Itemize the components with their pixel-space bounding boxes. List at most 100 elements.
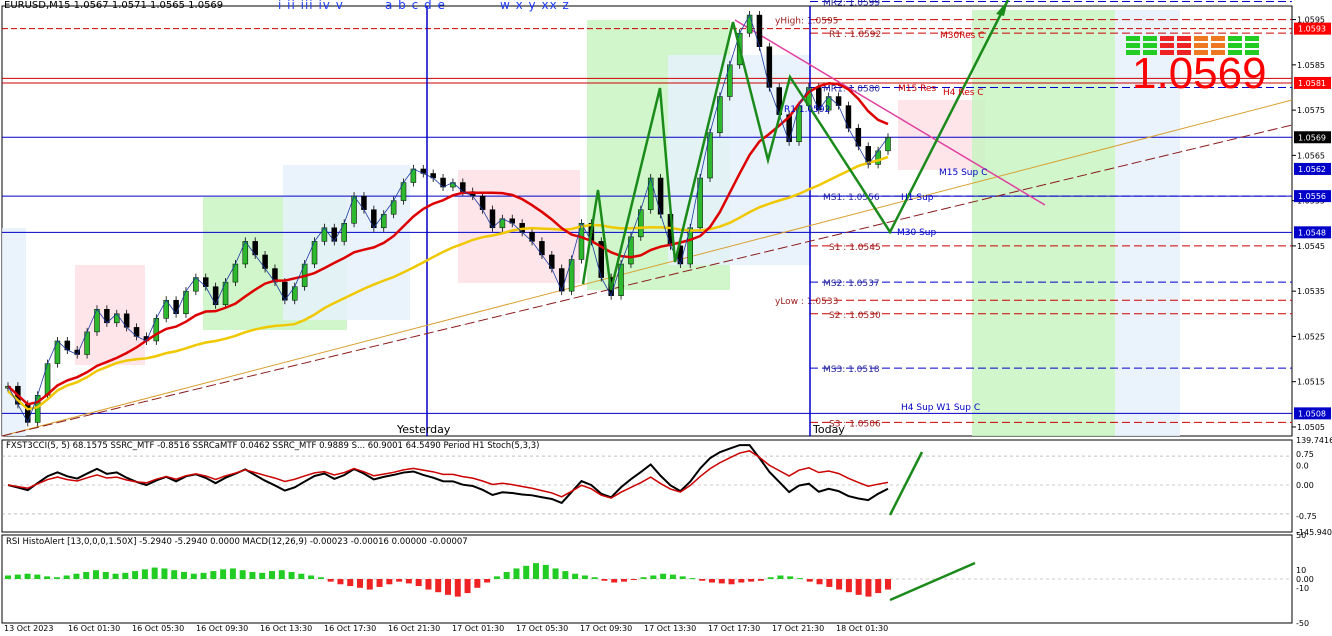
macd-bar-29 bbox=[288, 571, 295, 579]
macd-bar-57 bbox=[562, 571, 569, 579]
macd-bar-24 bbox=[239, 570, 246, 579]
macd-bar-19 bbox=[190, 573, 197, 579]
macd-bar-84 bbox=[826, 579, 833, 587]
macd-bar-85 bbox=[836, 579, 843, 590]
macd-tick-1: 10 bbox=[1296, 566, 1306, 575]
macd-bar-70 bbox=[689, 578, 696, 580]
macd-bar-67 bbox=[660, 573, 667, 579]
macd-bar-43 bbox=[425, 579, 432, 590]
macd-bar-58 bbox=[572, 573, 579, 579]
macd-bar-65 bbox=[640, 577, 647, 579]
pivot-label-6: MS2: 1.0537 bbox=[823, 279, 880, 289]
macd-bar-62 bbox=[611, 579, 618, 583]
macd-bar-15 bbox=[151, 567, 158, 579]
osc-tick-1: 0.75 bbox=[1296, 450, 1314, 459]
osc-tick-0: 139.7416 bbox=[1296, 436, 1332, 445]
macd-bar-13 bbox=[132, 571, 139, 579]
zone-label-2: M30Res C bbox=[940, 31, 984, 41]
macd-bar-5 bbox=[53, 577, 60, 579]
macd-bar-90 bbox=[885, 579, 891, 590]
period-label-0: Yesterday bbox=[396, 423, 451, 436]
signal-cell-0-0 bbox=[1126, 36, 1140, 41]
y-tick-label-8: 1.0515 bbox=[1297, 378, 1325, 387]
x-tick-label-6: 16 Oct 21:30 bbox=[388, 624, 440, 632]
x-tick-label-8: 17 Oct 05:30 bbox=[516, 624, 568, 632]
macd-bar-79 bbox=[777, 575, 784, 579]
macd-bar-4 bbox=[44, 576, 51, 579]
macd-bar-35 bbox=[347, 579, 354, 587]
macd-bar-48 bbox=[474, 579, 481, 588]
macd-bar-87 bbox=[855, 579, 862, 595]
pivot-label-1: yHigh: 1.0595 bbox=[775, 17, 838, 27]
macd-bar-72 bbox=[709, 579, 715, 583]
macd-bar-17 bbox=[171, 570, 178, 579]
macd-bar-86 bbox=[845, 579, 852, 593]
x-tick-label-5: 16 Oct 17:30 bbox=[324, 624, 376, 632]
macd-bar-55 bbox=[542, 564, 549, 579]
signal-cell-1-4 bbox=[1194, 43, 1208, 48]
price-box-label-5: 1.0548 bbox=[1298, 228, 1326, 237]
macd-bar-6 bbox=[63, 575, 70, 579]
macd-bar-46 bbox=[454, 579, 461, 597]
macd-bar-25 bbox=[249, 571, 256, 579]
period-label-1: Today bbox=[812, 423, 845, 436]
macd-bar-64 bbox=[630, 579, 637, 580]
price-box-label-0: 1.0593 bbox=[1298, 25, 1326, 34]
macd-bar-21 bbox=[210, 571, 217, 579]
macd-bar-50 bbox=[493, 576, 500, 579]
macd-bar-69 bbox=[679, 576, 686, 579]
macd-bar-32 bbox=[317, 577, 324, 579]
zone-label-3: M15 Sup C bbox=[939, 168, 987, 178]
y-tick-label-3: 1.0565 bbox=[1297, 151, 1325, 160]
macd-bar-9 bbox=[93, 570, 99, 579]
macd-bar-68 bbox=[669, 574, 676, 579]
session-box-8 bbox=[898, 100, 985, 170]
macd-bar-51 bbox=[503, 571, 510, 579]
macd-bar-1 bbox=[14, 574, 21, 579]
macd-bar-88 bbox=[865, 579, 872, 597]
price-box-label-3: 1.0562 bbox=[1298, 165, 1326, 174]
macd-bar-53 bbox=[523, 565, 530, 579]
macd-bar-52 bbox=[513, 568, 520, 579]
macd-bar-82 bbox=[806, 579, 813, 582]
macd-bar-56 bbox=[552, 568, 559, 579]
macd-bar-0 bbox=[5, 575, 11, 579]
macd-bar-3 bbox=[34, 574, 41, 579]
macd-bar-78 bbox=[767, 577, 774, 579]
pivot-label-7: yLow : 1.0533 bbox=[775, 297, 838, 307]
macd-bar-81 bbox=[797, 578, 803, 580]
pivot-label-9: MS3: 1.0518 bbox=[823, 365, 880, 375]
y-tick-label-2: 1.0575 bbox=[1297, 106, 1325, 115]
macd-bar-71 bbox=[699, 579, 706, 581]
macd-bar-37 bbox=[366, 579, 373, 590]
x-tick-label-1: 16 Oct 01:30 bbox=[68, 624, 120, 632]
zone-label-6: H4 Sup W1 Sup C bbox=[901, 403, 980, 413]
x-tick-label-13: 18 Oct 01:30 bbox=[836, 624, 888, 632]
y-tick-label-7: 1.0525 bbox=[1297, 332, 1325, 341]
signal-cell-1-5 bbox=[1211, 43, 1225, 48]
macd-bar-75 bbox=[738, 579, 745, 583]
macd-bar-28 bbox=[278, 570, 285, 579]
macd-bar-16 bbox=[161, 568, 168, 579]
pivot-label-5: S1 : 1.0545 bbox=[829, 243, 881, 253]
macd-tick-0: 50 bbox=[1296, 531, 1306, 540]
macd-bar-12 bbox=[122, 572, 129, 579]
symbol-header: EURUSD,M15 1.0567 1.0571 1.0565 1.0569 bbox=[4, 0, 224, 11]
macd-bar-61 bbox=[601, 579, 608, 581]
macd-bar-20 bbox=[200, 572, 207, 579]
macd-bar-60 bbox=[591, 577, 598, 579]
macd-bar-59 bbox=[581, 575, 588, 579]
oscillator-header: FXST3CCI(5, 5) 68.1575 SSRC_MTF -0.8516 … bbox=[6, 441, 540, 451]
x-tick-label-10: 17 Oct 13:30 bbox=[644, 624, 696, 632]
x-tick-label-0: 13 Oct 2023 bbox=[4, 624, 53, 632]
wave-labels-impulse: i ii iii iv v bbox=[278, 0, 344, 12]
y-tick-label-1: 1.0585 bbox=[1297, 61, 1325, 70]
wave-labels-corrective: a b c d e bbox=[385, 0, 446, 12]
zone-label-1: H4 Res C bbox=[943, 88, 984, 98]
macd-bar-47 bbox=[464, 579, 471, 594]
x-tick-label-2: 16 Oct 05:30 bbox=[132, 624, 184, 632]
y-tick-label-9: 1.0505 bbox=[1297, 423, 1325, 432]
macd-bar-80 bbox=[787, 576, 794, 579]
macd-bar-73 bbox=[718, 579, 725, 584]
macd-bar-10 bbox=[102, 571, 109, 579]
